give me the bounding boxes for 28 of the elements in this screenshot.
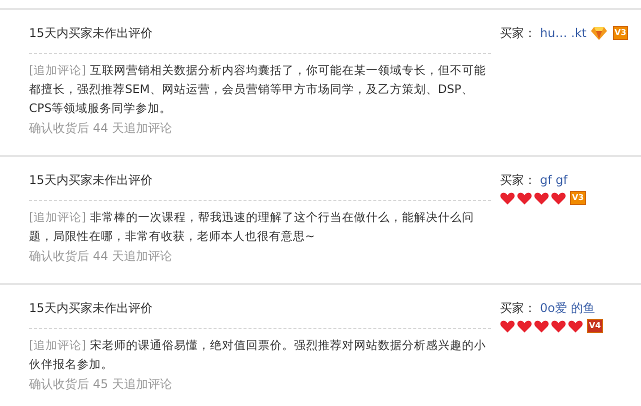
- diamond-icon: [590, 26, 606, 40]
- heart-icon: [500, 192, 515, 204]
- heart-icon: [568, 320, 583, 332]
- review-status: 15天内买家未作出评价: [29, 172, 154, 189]
- buyer-name[interactable]: hu… .kt: [540, 24, 586, 42]
- vip-badge: V3: [570, 191, 586, 205]
- review-comment: [追加评论] 互联网营销相关数据分析内容均囊括了，你可能在某一领域专长，但不可能都擅长，强烈推荐SEM、网站运营，会员营销等甲方市场同学，及乙方策划、DSP、CPS等领域服务同学参加。: [29, 62, 487, 117]
- review-date: 确认收货后 45 天追加评论: [29, 376, 173, 393]
- heart-icon: [517, 320, 532, 332]
- buyer-name[interactable]: 0o爱 的鱼: [540, 299, 595, 317]
- vip-badge: V3: [612, 26, 628, 40]
- review-date: 确认收货后 44 天追加评论: [29, 120, 173, 137]
- heart-icon: [517, 192, 532, 204]
- review-status: 15天内买家未作出评价: [29, 25, 154, 42]
- review-status: 15天内买家未作出评价: [29, 300, 154, 317]
- review-comment: [追加评论] 非常棒的一次课程，帮我迅速的理解了这个行当在做什么，能解决什么问题，局限性在哪，非常有收获，老师本人也很有意思~: [29, 209, 475, 245]
- buyer-label: 买家：: [500, 300, 536, 317]
- review-comment: [追加评论] 宋老师的课通俗易懂，绝对值回票价。强烈推荐对网站数据分析感兴趣的小伙伴报名参加。: [29, 337, 487, 373]
- buyer-label: 买家：: [500, 25, 536, 42]
- buyer-name[interactable]: gf gf: [540, 171, 568, 189]
- heart-icon: [534, 192, 549, 204]
- heart-icon: [500, 320, 515, 332]
- heart-icon: [551, 192, 566, 204]
- vip-badge: V4: [587, 319, 603, 333]
- review-date: 确认收货后 44 天追加评论: [29, 248, 173, 265]
- buyer-label: 买家：: [500, 172, 536, 189]
- heart-icon: [551, 320, 566, 332]
- heart-icon: [534, 320, 549, 332]
